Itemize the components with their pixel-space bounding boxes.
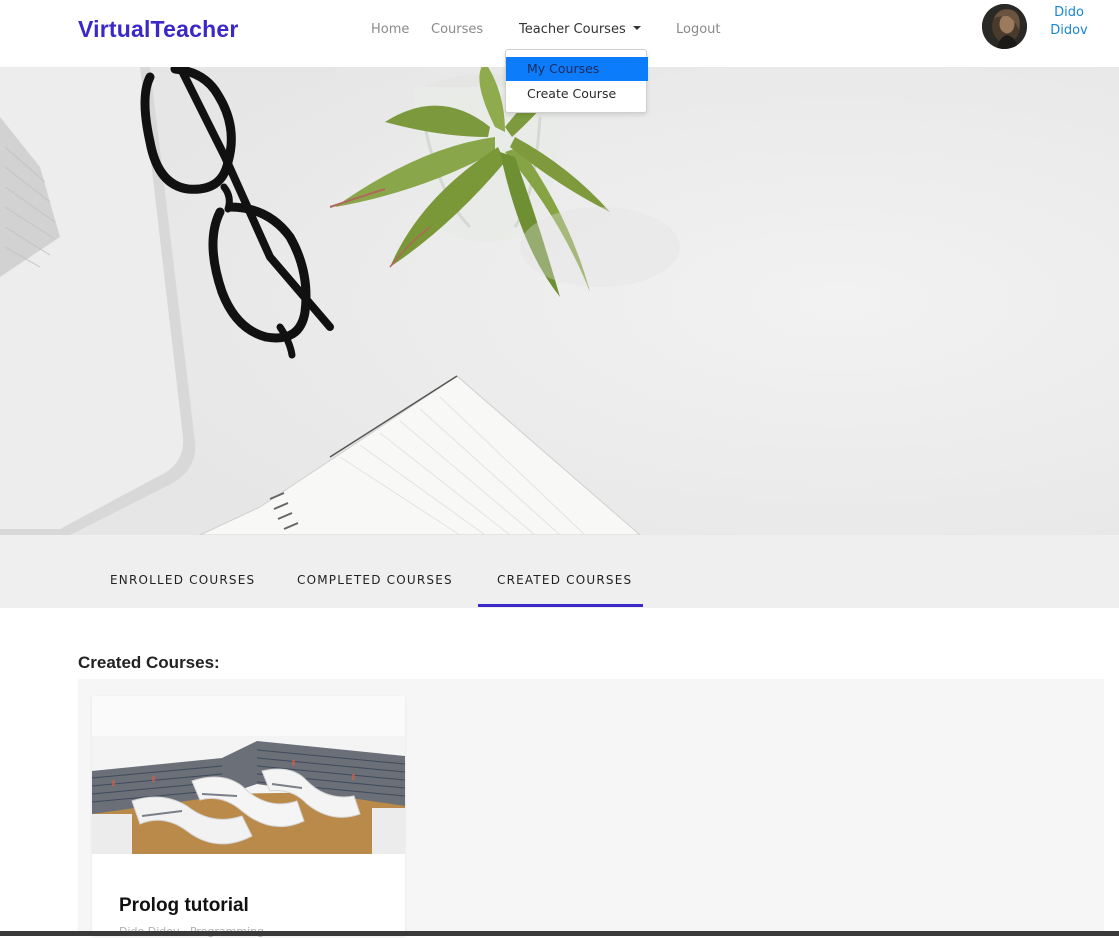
course-card[interactable]: Prolog tutorial Dido Didov · Programming [92,696,405,938]
window-bottom-edge [0,931,1119,936]
desk-photo-image [0,67,1119,535]
user-last-name: Didov [1050,23,1088,38]
user-profile-link[interactable]: Dido Didov [1049,4,1089,40]
avatar[interactable] [982,4,1027,49]
teacher-courses-label: Teacher Courses [519,22,626,37]
course-thumbnail[interactable] [92,696,405,854]
avatar-portrait-icon [982,4,1027,49]
nav-home-link[interactable]: Home [371,22,409,37]
menu-item-create-course[interactable]: Create Course [506,82,648,106]
nav-logout-link[interactable]: Logout [676,22,721,37]
tab-completed-courses[interactable]: COMPLETED COURSES [297,573,453,587]
hero-banner [0,67,1119,535]
caret-down-icon [632,26,641,30]
teacher-courses-menu: My Courses Create Course [505,49,648,113]
course-tabs: ENROLLED COURSES COMPLETED COURSES CREAT… [0,535,1119,608]
course-title[interactable]: Prolog tutorial [119,895,249,917]
brand-logo[interactable]: VirtualTeacher [78,16,238,43]
tab-created-courses[interactable]: CREATED COURSES [497,573,632,587]
tab-enrolled-courses[interactable]: ENROLLED COURSES [110,573,255,587]
library-image [92,696,405,854]
user-first-name: Dido [1054,5,1084,20]
nav-courses-link[interactable]: Courses [431,22,483,37]
active-tab-indicator [478,604,643,607]
menu-item-my-courses[interactable]: My Courses [506,57,648,81]
section-title: Created Courses: [78,653,220,672]
nav-teacher-courses-dropdown[interactable]: Teacher Courses [519,22,641,37]
